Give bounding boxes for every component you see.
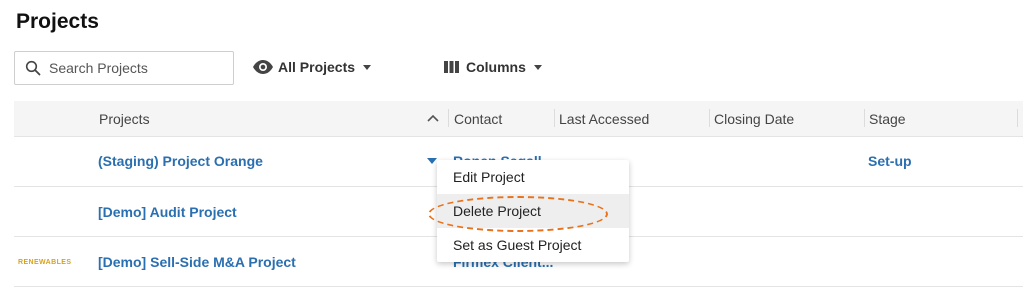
menu-item-edit-project[interactable]: Edit Project [437,160,629,194]
project-link[interactable]: [Demo] Audit Project [98,204,237,220]
header-stage[interactable]: Stage [869,111,906,127]
project-logo: RENEWABLES [18,259,72,266]
sort-ascending-icon[interactable] [427,114,439,122]
header-projects[interactable]: Projects [99,111,150,127]
column-divider[interactable] [864,109,865,127]
chevron-down-icon [363,64,372,70]
stage-value[interactable]: Set-up [868,153,912,169]
view-filter-label: All Projects [278,59,356,75]
columns-icon [444,61,459,73]
table-header: Projects Contact Last Accessed Closing D… [14,101,1023,137]
project-link[interactable]: [Demo] Sell-Side M&A Project [98,254,296,270]
eye-icon [253,60,273,74]
chevron-down-icon [533,64,542,70]
search-input[interactable] [49,60,219,76]
menu-item-delete-project[interactable]: Delete Project [437,194,629,228]
search-icon [25,60,41,76]
column-divider[interactable] [709,109,710,127]
page-title: Projects [16,10,99,33]
header-contact[interactable]: Contact [454,111,502,127]
search-box[interactable] [14,51,234,85]
project-context-menu: Edit Project Delete Project Set as Guest… [437,160,629,262]
project-link[interactable]: (Staging) Project Orange [98,153,263,169]
header-last-accessed[interactable]: Last Accessed [559,111,649,127]
column-divider[interactable] [448,109,449,127]
column-divider[interactable] [1017,109,1018,127]
menu-item-set-guest-project[interactable]: Set as Guest Project [437,228,629,262]
columns-dropdown[interactable]: Columns [444,59,542,75]
row-menu-caret-icon[interactable] [427,158,437,164]
column-divider[interactable] [554,109,555,127]
header-closing-date[interactable]: Closing Date [714,111,794,127]
columns-label: Columns [466,59,526,75]
view-filter-dropdown[interactable]: All Projects [252,59,372,75]
